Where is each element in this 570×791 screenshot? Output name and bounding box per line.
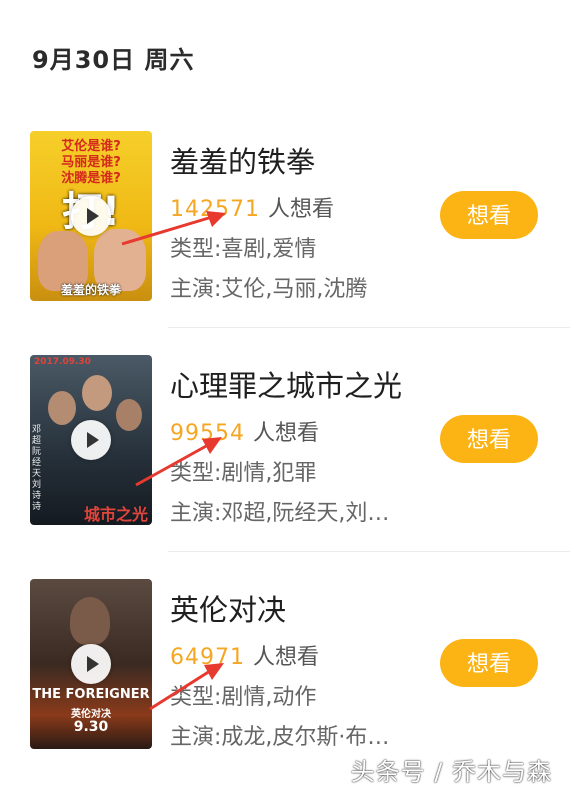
annotation-arrow-icon	[135, 437, 222, 487]
annotation-arrow-icon	[149, 663, 224, 711]
movie-item[interactable]: 艾伦是谁? 马丽是谁? 沈腾是谁? 打! 羞羞的铁拳 羞羞的铁拳 142571人…	[0, 131, 570, 331]
watermark-text: 头条号 / 乔木与森	[350, 758, 552, 786]
movie-item[interactable]: 2017.09.30 邓超 阮经天 刘诗诗 城市之光 心理罪之城市之光 9955…	[0, 355, 570, 555]
movie-item[interactable]: THE FOREIGNER 英伦对决 9.30 英伦对决 64971 人想看 类型…	[0, 579, 570, 779]
divider	[168, 551, 570, 552]
annotation-arrow-icon	[121, 211, 226, 246]
divider	[168, 327, 570, 328]
date-header: 9月30日 周六	[32, 46, 195, 74]
